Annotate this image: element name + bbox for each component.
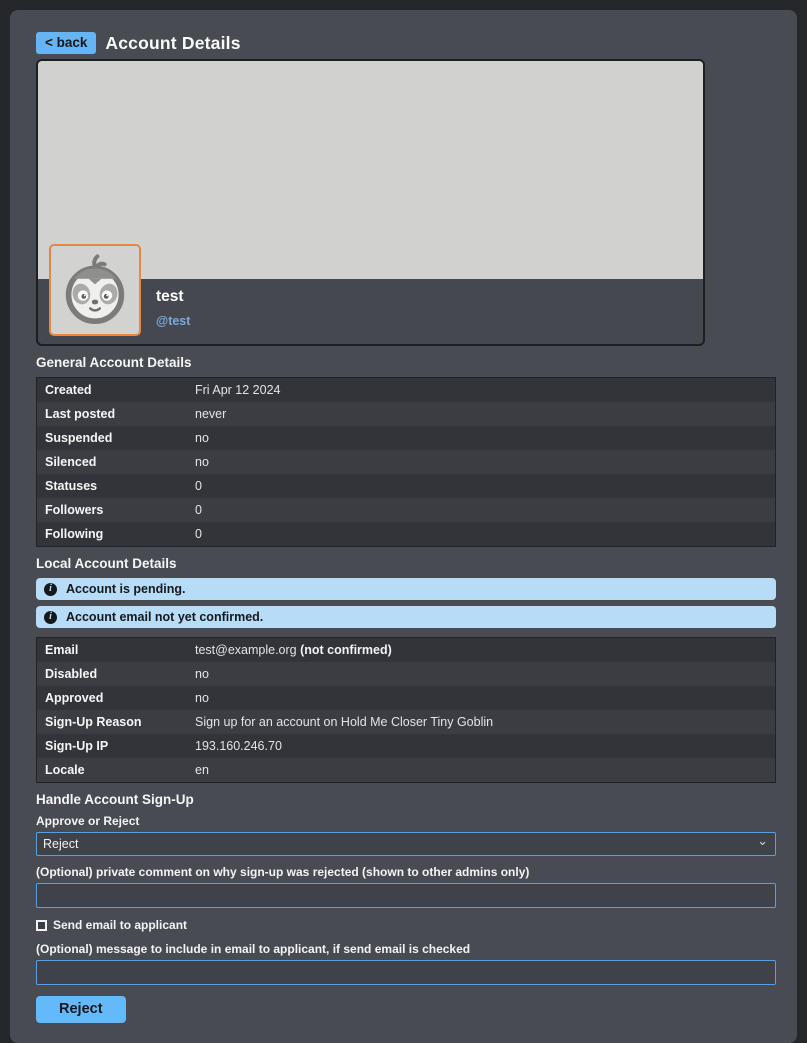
row-label: Email [37,638,187,662]
approve-reject-label: Approve or Reject [36,814,771,828]
row-value: no [187,662,217,686]
table-row: Sign-Up ReasonSign up for an account on … [37,710,775,734]
table-row: Last postednever [37,402,775,426]
row-value: Sign up for an account on Hold Me Closer… [187,710,501,734]
back-button[interactable]: < back [36,32,96,54]
table-row: Disabledno [37,662,775,686]
row-label: Followers [37,498,187,522]
general-details-heading: General Account Details [36,355,771,370]
local-details-table: Emailtest@example.org (not confirmed)Dis… [36,637,776,783]
row-label: Following [37,522,187,546]
row-value: 193.160.246.70 [187,734,290,758]
row-value: test@example.org (not confirmed) [187,638,400,662]
row-label: Sign-Up Reason [37,710,187,734]
table-row: Statuses0 [37,474,775,498]
info-icon: i [44,611,57,624]
row-value: 0 [187,474,210,498]
general-details-table: CreatedFri Apr 12 2024Last postedneverSu… [36,377,776,547]
notice-text: Account email not yet confirmed. [66,610,263,624]
row-label: Silenced [37,450,187,474]
row-label: Statuses [37,474,187,498]
profile-card: test @test [36,59,705,346]
reject-submit-button[interactable]: Reject [36,996,126,1023]
account-details-panel: < back Account Details [10,10,797,1043]
email-message-input[interactable] [36,960,776,985]
page-header: < back Account Details [36,32,771,54]
row-label: Created [37,378,187,402]
row-label: Locale [37,758,187,782]
info-notice: i Account is pending. [36,578,776,600]
info-icon: i [44,583,57,596]
profile-names: test @test [156,288,190,328]
table-row: Followers0 [37,498,775,522]
table-row: Emailtest@example.org (not confirmed) [37,638,775,662]
avatar [49,244,141,336]
info-notice: i Account email not yet confirmed. [36,606,776,628]
table-row: Approvedno [37,686,775,710]
notice-text: Account is pending. [66,582,185,596]
row-value: no [187,426,217,450]
table-row: Silencedno [37,450,775,474]
row-label: Approved [37,686,187,710]
table-row: Suspendedno [37,426,775,450]
row-value: en [187,758,217,782]
local-details-heading: Local Account Details [36,556,771,571]
row-label: Suspended [37,426,187,450]
row-value: 0 [187,522,210,546]
email-message-label: (Optional) message to include in email t… [36,942,771,956]
account-handle[interactable]: @test [156,314,190,328]
table-row: Localeen [37,758,775,782]
send-email-checkbox[interactable] [36,920,47,931]
profile-card-body: test @test [38,279,703,344]
row-label: Sign-Up IP [37,734,187,758]
row-label: Last posted [37,402,187,426]
send-email-row: Send email to applicant [36,918,771,932]
row-value: never [187,402,234,426]
table-row: Sign-Up IP193.160.246.70 [37,734,775,758]
row-value: Fri Apr 12 2024 [187,378,288,402]
private-comment-label: (Optional) private comment on why sign-u… [36,865,771,879]
table-row: CreatedFri Apr 12 2024 [37,378,775,402]
approve-reject-select[interactable]: Reject [36,832,776,856]
private-comment-input[interactable] [36,883,776,908]
approve-reject-select-wrap: Reject ⌄ [36,832,776,856]
row-value: no [187,686,217,710]
account-notices: i Account is pending. i Account email not y… [36,578,771,628]
page-title: Account Details [105,33,240,54]
row-value: 0 [187,498,210,522]
row-label: Disabled [37,662,187,686]
sloth-avatar-icon [55,250,135,330]
send-email-label[interactable]: Send email to applicant [53,918,187,932]
table-row: Following0 [37,522,775,546]
handle-signup-heading: Handle Account Sign-Up [36,792,771,807]
display-name: test [156,288,190,306]
row-value: no [187,450,217,474]
